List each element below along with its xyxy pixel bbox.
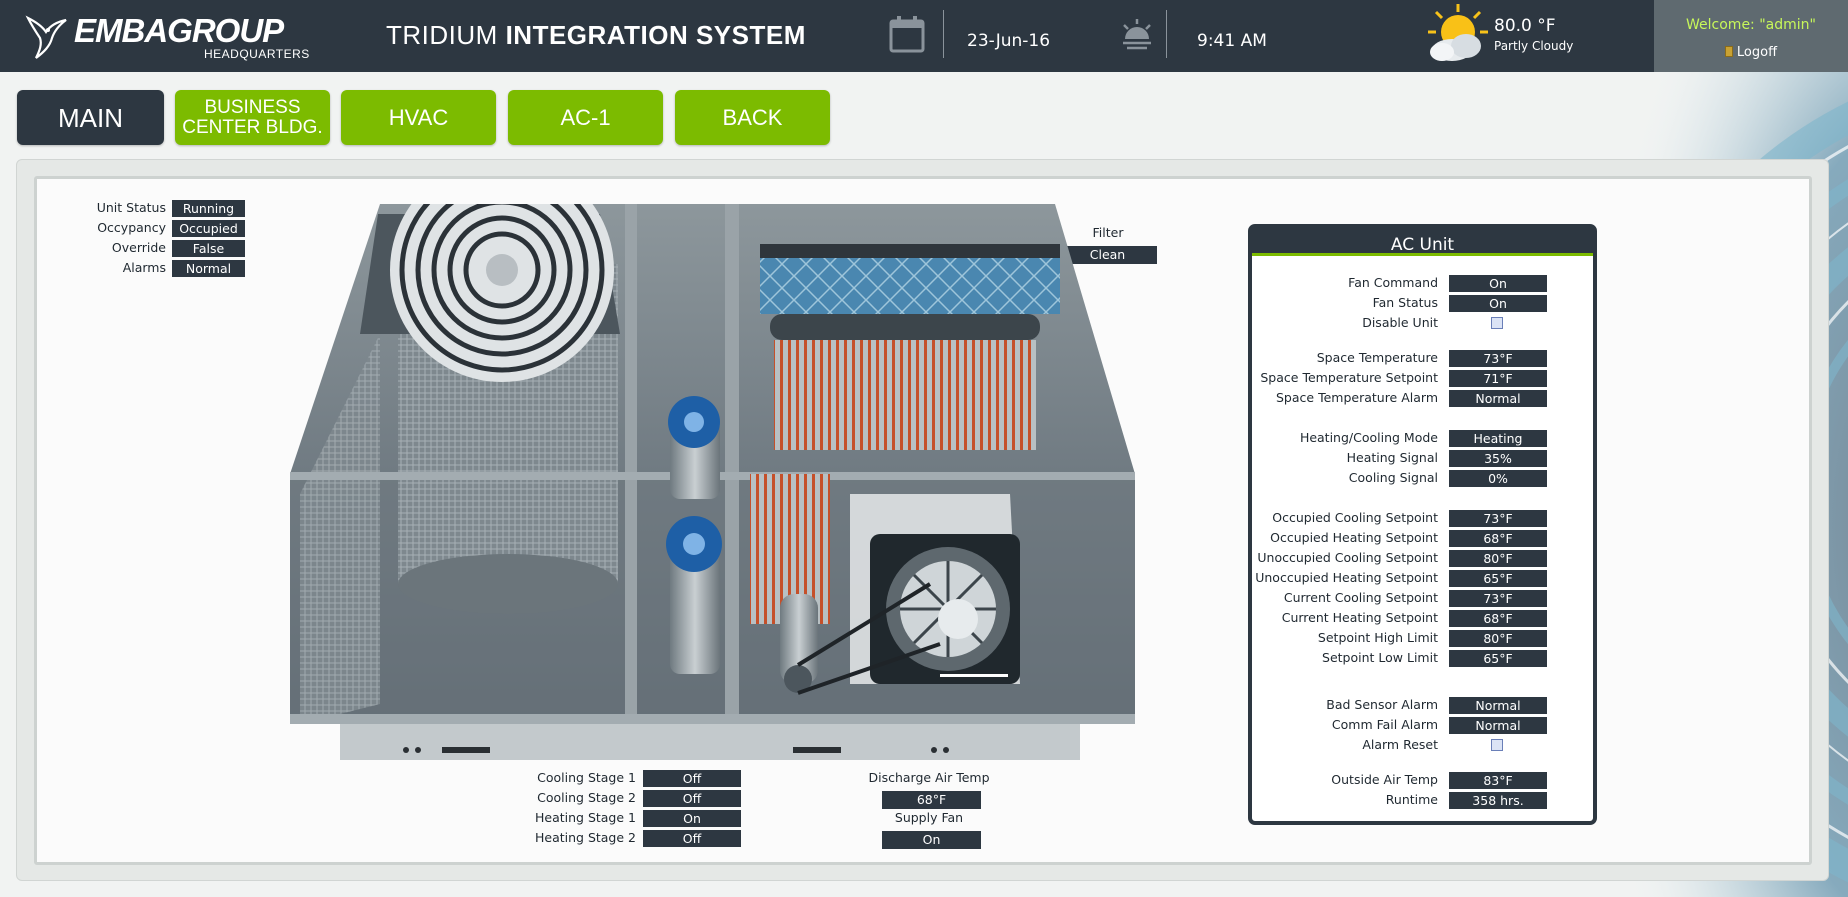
calendar-icon	[889, 16, 925, 53]
setpoint-high-limit-label: Setpoint High Limit	[1317, 630, 1438, 645]
outside-air-temp-label: Outside Air Temp	[1331, 772, 1438, 787]
override-label: Override	[111, 240, 166, 255]
runtime-label: Runtime	[1385, 792, 1438, 807]
discharge-air-temp-label: Discharge Air Temp	[868, 770, 990, 785]
alarm-reset-label: Alarm Reset	[1362, 737, 1438, 752]
setpoint-low-limit-value[interactable]: 65°F	[1449, 650, 1547, 667]
override-value: False	[172, 240, 245, 257]
system-title: TRIDIUM INTEGRATION SYSTEM	[386, 20, 806, 51]
disable-unit-checkbox[interactable]	[1491, 317, 1503, 329]
heating-cooling-mode-value: Heating	[1449, 430, 1547, 447]
fan-command-value[interactable]: On	[1449, 275, 1547, 292]
outside-air-temp-value: 83°F	[1449, 772, 1547, 789]
current-heating-setpoint-label: Current Heating Setpoint	[1281, 610, 1438, 625]
ac-unit-title: AC Unit	[1252, 228, 1593, 256]
unoccupied-cooling-setpoint-label: Unoccupied Cooling Setpoint	[1257, 550, 1438, 565]
system-title-bold: INTEGRATION SYSTEM	[505, 20, 806, 50]
main-button[interactable]: MAIN	[17, 90, 164, 145]
space-temp-alarm-value: Normal	[1449, 390, 1547, 407]
comm-fail-alarm-label: Comm Fail Alarm	[1331, 717, 1438, 732]
space-temp-setpoint-label: Space Temperature Setpoint	[1260, 370, 1438, 385]
occupancy-label: Occypancy	[97, 220, 166, 235]
cooling-stage-2-value: Off	[643, 790, 741, 807]
company-logo: EMBAGROUP HEADQUARTERS	[24, 10, 324, 64]
current-cooling-setpoint-value: 73°F	[1449, 590, 1547, 607]
hvac-button[interactable]: HVAC	[341, 90, 496, 145]
space-temp-setpoint-value[interactable]: 71°F	[1449, 370, 1547, 387]
heating-stage-2-value: Off	[643, 830, 741, 847]
current-heating-setpoint-value: 68°F	[1449, 610, 1547, 627]
system-title-light: TRIDIUM	[386, 20, 498, 50]
occupied-heating-setpoint-label: Occupied Heating Setpoint	[1270, 530, 1438, 545]
ac1-button[interactable]: AC-1	[508, 90, 663, 145]
space-temp-label: Space Temperature	[1316, 350, 1438, 365]
back-button[interactable]: BACK	[675, 90, 830, 145]
heating-signal-value: 35%	[1449, 450, 1547, 467]
sunrise-icon	[1123, 19, 1151, 50]
business-center-label: BUSINESS CENTER BLDG.	[182, 96, 323, 138]
current-time: 9:41 AM	[1197, 31, 1267, 51]
runtime-value: 358 hrs.	[1449, 792, 1547, 809]
heating-signal-label: Heating Signal	[1346, 450, 1438, 465]
cooling-signal-label: Cooling Signal	[1348, 470, 1438, 485]
unit-status-label: Unit Status	[96, 200, 166, 215]
fan-status-value: On	[1449, 295, 1547, 312]
alarms-value: Normal	[172, 260, 245, 277]
header-divider	[943, 10, 944, 58]
unoccupied-cooling-setpoint-value[interactable]: 80°F	[1449, 550, 1547, 567]
fan-status-label: Fan Status	[1372, 295, 1438, 310]
unoccupied-heating-setpoint-label: Unoccupied Heating Setpoint	[1255, 570, 1438, 585]
top-header: EMBAGROUP HEADQUARTERS TRIDIUM INTEGRATI…	[0, 0, 1848, 72]
logoff-link[interactable]: Logoff	[1654, 45, 1848, 60]
alarms-label: Alarms	[122, 260, 166, 275]
outside-temperature: 80.0 °F	[1494, 16, 1556, 36]
unit-status-value: Running	[172, 200, 245, 217]
cooling-signal-value: 0%	[1449, 470, 1547, 487]
space-temp-alarm-label: Space Temperature Alarm	[1276, 390, 1438, 405]
cooling-stage-1-value: Off	[643, 770, 741, 787]
cooling-stage-2-label: Cooling Stage 2	[537, 790, 636, 805]
heating-stage-1-value: On	[643, 810, 741, 827]
current-cooling-setpoint-label: Current Cooling Setpoint	[1283, 590, 1438, 605]
heating-stage-1-label: Heating Stage 1	[534, 810, 636, 825]
logoff-door-icon	[1724, 46, 1733, 57]
bad-sensor-alarm-value: Normal	[1449, 697, 1547, 714]
supply-fan-value: On	[882, 831, 981, 849]
fan-command-label: Fan Command	[1348, 275, 1438, 290]
alarm-reset-checkbox[interactable]	[1491, 739, 1503, 751]
current-date: 23-Jun-16	[967, 31, 1051, 51]
business-center-button[interactable]: BUSINESS CENTER BLDG.	[175, 90, 330, 145]
occupied-cooling-setpoint-value[interactable]: 73°F	[1449, 510, 1547, 527]
occupancy-value: Occupied	[172, 220, 245, 237]
rooftop-unit-illustration	[290, 204, 1135, 760]
disable-unit-label: Disable Unit	[1362, 315, 1438, 330]
partly-cloudy-icon	[1428, 4, 1488, 61]
weather-condition: Partly Cloudy	[1494, 39, 1574, 53]
hummingbird-logo-icon	[25, 15, 67, 59]
heating-cooling-mode-label: Heating/Cooling Mode	[1299, 430, 1438, 445]
business-center-line1: BUSINESS	[204, 96, 301, 118]
space-temp-value: 73°F	[1449, 350, 1547, 367]
header-divider	[1166, 10, 1167, 58]
comm-fail-alarm-value: Normal	[1449, 717, 1547, 734]
business-center-line2: CENTER BLDG.	[182, 116, 323, 138]
occupied-cooling-setpoint-label: Occupied Cooling Setpoint	[1272, 510, 1438, 525]
unoccupied-heating-setpoint-value[interactable]: 65°F	[1449, 570, 1547, 587]
occupied-heating-setpoint-value[interactable]: 68°F	[1449, 530, 1547, 547]
logo-subtitle: HEADQUARTERS	[204, 47, 310, 61]
setpoint-low-limit-label: Setpoint Low Limit	[1322, 650, 1438, 665]
welcome-text: Welcome: "admin"	[1686, 17, 1816, 33]
logo-text: EMBAGROUP	[74, 12, 284, 49]
heating-stage-2-label: Heating Stage 2	[534, 830, 636, 845]
bad-sensor-alarm-label: Bad Sensor Alarm	[1326, 697, 1438, 712]
user-box: Welcome: "admin" Logoff	[1654, 0, 1848, 72]
setpoint-high-limit-value[interactable]: 80°F	[1449, 630, 1547, 647]
cooling-stage-1-label: Cooling Stage 1	[537, 770, 636, 785]
discharge-air-temp-value: 68°F	[882, 791, 981, 809]
logoff-label: Logoff	[1736, 45, 1778, 60]
supply-fan-label: Supply Fan	[894, 810, 964, 825]
